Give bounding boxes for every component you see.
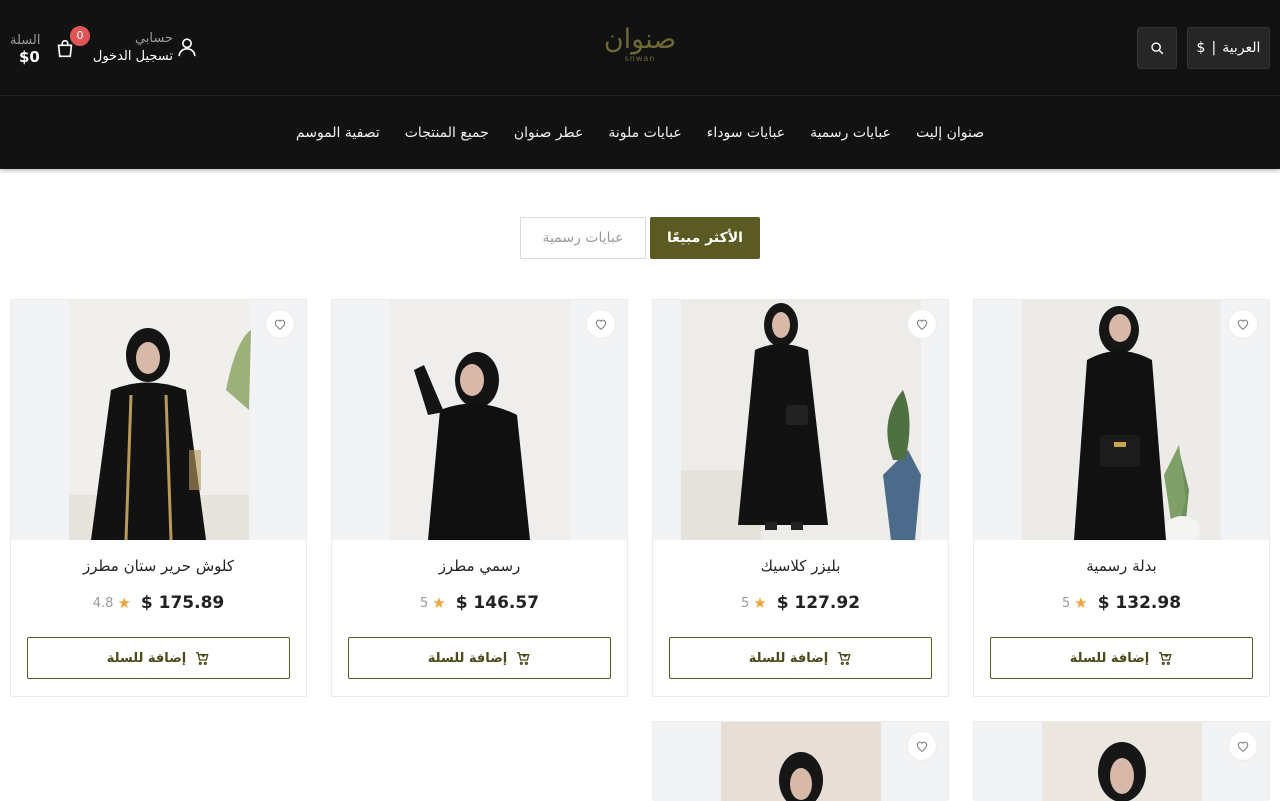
tab-formal-abayas[interactable]: عبايات رسمية bbox=[520, 217, 646, 259]
product-photo bbox=[1042, 722, 1202, 801]
heart-icon bbox=[595, 319, 607, 330]
star-icon: ★ bbox=[432, 594, 446, 612]
product-photo bbox=[69, 300, 251, 540]
add-to-cart-button[interactable]: إضافة للسلة bbox=[348, 637, 611, 679]
product-price: $ 146.57 bbox=[455, 593, 540, 613]
search-button[interactable] bbox=[1137, 27, 1177, 69]
product-card[interactable]: كلوش حرير ستان مطرز $ 175.89 ★ 4.8 إضافة… bbox=[10, 299, 307, 697]
product-image[interactable] bbox=[974, 300, 1269, 540]
star-icon: ★ bbox=[1074, 594, 1088, 612]
add-to-cart-label: إضافة للسلة bbox=[106, 650, 187, 666]
product-rating: ★ 5 bbox=[741, 594, 767, 612]
language-currency-selector[interactable]: العربية | $ bbox=[1187, 27, 1270, 69]
product-name[interactable]: بدلة رسمية bbox=[974, 557, 1269, 575]
product-photo bbox=[1022, 300, 1221, 540]
account-title: حسابي bbox=[134, 31, 173, 46]
wishlist-button[interactable] bbox=[907, 309, 937, 339]
product-rating: ★ 4.8 bbox=[93, 594, 131, 612]
rating-value: 4.8 bbox=[92, 595, 114, 611]
product-price: $ 127.92 bbox=[776, 593, 861, 613]
rating-value: 5 bbox=[1061, 595, 1071, 611]
star-icon: ★ bbox=[753, 594, 767, 612]
user-icon bbox=[178, 38, 196, 57]
rating-value: 5 bbox=[419, 595, 429, 611]
nav-item-elite[interactable]: صنوان إليت bbox=[916, 125, 984, 141]
add-to-cart-button[interactable]: إضافة للسلة bbox=[990, 637, 1253, 679]
product-image[interactable] bbox=[11, 300, 306, 540]
product-image[interactable] bbox=[974, 722, 1269, 801]
wishlist-button[interactable] bbox=[586, 309, 616, 339]
rating-value: 5 bbox=[740, 595, 750, 611]
add-to-cart-icon bbox=[517, 652, 530, 665]
product-price: $ 132.98 bbox=[1097, 593, 1182, 613]
product-card[interactable]: بليزر كلاسيك $ 127.92 ★ 5 إضافة للسلة bbox=[652, 299, 949, 697]
product-photo bbox=[721, 722, 881, 801]
add-to-cart-button[interactable]: إضافة للسلة bbox=[27, 637, 290, 679]
product-meta: $ 127.92 ★ 5 bbox=[653, 593, 948, 613]
login-link[interactable]: تسجيل الدخول bbox=[93, 49, 173, 64]
wishlist-button[interactable] bbox=[265, 309, 295, 339]
product-card[interactable]: رسمي مطرز $ 146.57 ★ 5 إضافة للسلة bbox=[331, 299, 628, 697]
tab-best-sellers[interactable]: الأكثر مبيعًا bbox=[650, 217, 760, 259]
product-name[interactable]: بليزر كلاسيك bbox=[653, 557, 948, 575]
cart-button[interactable]: السلة $0 0 bbox=[10, 26, 90, 70]
nav-item-perfume[interactable]: عطر صنوان bbox=[514, 125, 584, 141]
product-price: $ 175.89 bbox=[140, 593, 225, 613]
wishlist-button[interactable] bbox=[1228, 309, 1258, 339]
product-image[interactable] bbox=[653, 722, 948, 801]
product-photo bbox=[681, 300, 921, 540]
product-meta: $ 132.98 ★ 5 bbox=[974, 593, 1269, 613]
add-to-cart-label: إضافة للسلة bbox=[427, 650, 508, 666]
heart-icon bbox=[274, 319, 286, 330]
main-nav: صنوان إليت عبايات رسمية عبايات سوداء عبا… bbox=[0, 96, 1280, 169]
separator: | bbox=[1211, 40, 1217, 56]
product-card[interactable] bbox=[973, 721, 1270, 801]
product-meta: $ 146.57 ★ 5 bbox=[332, 593, 627, 613]
search-icon bbox=[1151, 42, 1164, 55]
product-rating: ★ 5 bbox=[420, 594, 446, 612]
heart-icon bbox=[916, 741, 928, 752]
cart-label: السلة bbox=[10, 33, 41, 48]
wishlist-button[interactable] bbox=[907, 731, 937, 761]
wishlist-button[interactable] bbox=[1228, 731, 1258, 761]
product-image[interactable] bbox=[332, 300, 627, 540]
heart-icon bbox=[1237, 741, 1249, 752]
add-to-cart-icon bbox=[1159, 652, 1172, 665]
nav-item-all-products[interactable]: جميع المنتجات bbox=[405, 125, 489, 141]
product-card[interactable] bbox=[652, 721, 949, 801]
add-to-cart-icon bbox=[838, 652, 851, 665]
language-label: العربية bbox=[1222, 40, 1261, 56]
nav-item-black-abayas[interactable]: عبايات سوداء bbox=[707, 125, 785, 141]
header-bar: السلة $0 0 حسابي تسجيل الدخول صنوان snwa… bbox=[0, 0, 1280, 96]
nav-item-season-sale[interactable]: تصفية الموسم bbox=[296, 125, 380, 141]
product-image[interactable] bbox=[653, 300, 948, 540]
logo-text: صنوان bbox=[603, 24, 677, 55]
add-to-cart-label: إضافة للسلة bbox=[748, 650, 829, 666]
heart-icon bbox=[1237, 319, 1249, 330]
star-icon: ★ bbox=[117, 594, 131, 612]
add-to-cart-icon bbox=[196, 652, 209, 665]
site-logo[interactable]: صنوان snwan bbox=[603, 22, 677, 70]
cart-total: $0 bbox=[19, 48, 40, 66]
add-to-cart-label: إضافة للسلة bbox=[1069, 650, 1150, 666]
product-rating: ★ 5 bbox=[1062, 594, 1088, 612]
product-photo bbox=[390, 300, 570, 540]
product-name[interactable]: كلوش حرير ستان مطرز bbox=[11, 557, 306, 575]
product-meta: $ 175.89 ★ 4.8 bbox=[11, 593, 306, 613]
nav-item-formal-abayas[interactable]: عبايات رسمية bbox=[810, 125, 891, 141]
add-to-cart-button[interactable]: إضافة للسلة bbox=[669, 637, 932, 679]
product-card[interactable]: بدلة رسمية $ 132.98 ★ 5 إضافة للسلة bbox=[973, 299, 1270, 697]
nav-list: صنوان إليت عبايات رسمية عبايات سوداء عبا… bbox=[296, 96, 984, 169]
heart-icon bbox=[916, 319, 928, 330]
product-name[interactable]: رسمي مطرز bbox=[332, 557, 627, 575]
account-link[interactable]: حسابي تسجيل الدخول bbox=[85, 28, 200, 72]
nav-item-colored-abayas[interactable]: عبايات ملونة bbox=[608, 125, 681, 141]
currency-label: $ bbox=[1196, 40, 1206, 56]
